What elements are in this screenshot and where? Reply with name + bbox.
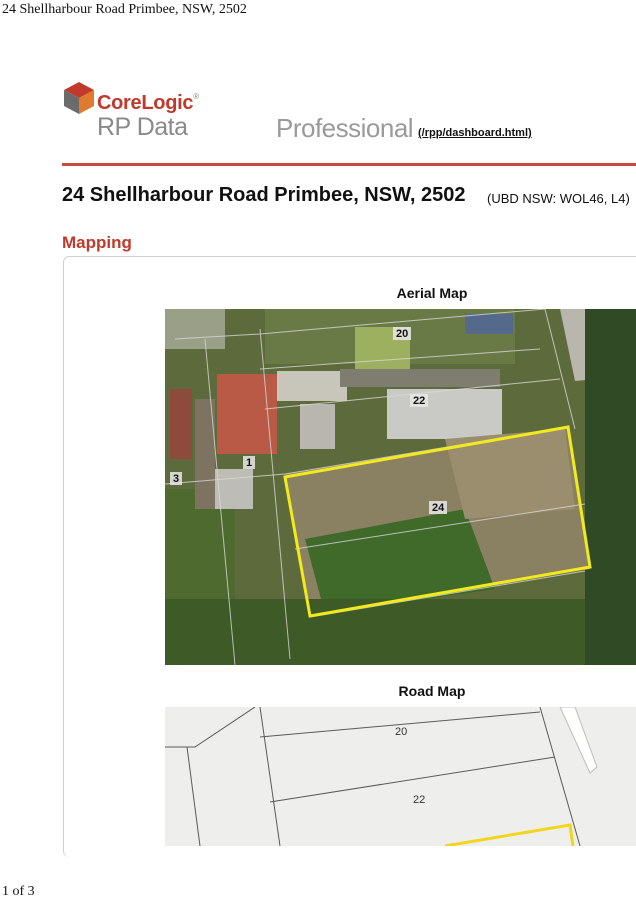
page-indicator: 1 of 3 <box>2 884 35 899</box>
professional-wordmark: Professional <box>276 113 414 143</box>
road-lot-label-20: 20 <box>395 726 407 738</box>
corelogic-text: CoreLogic <box>97 92 194 114</box>
property-address-title: 24 Shellharbour Road Primbee, NSW, 2502 <box>62 184 466 206</box>
header-divider <box>62 163 636 166</box>
registered-mark: ® <box>193 92 199 101</box>
aerial-lot-label-20: 20 <box>396 328 408 340</box>
corelogic-logo-icon <box>64 82 94 114</box>
aerial-map-image[interactable]: 20 22 24 1 3 <box>165 309 636 665</box>
mapping-heading: Mapping <box>62 233 132 252</box>
aerial-lot-label-22: 22 <box>413 395 425 407</box>
aerial-lot-label-24: 24 <box>432 502 445 514</box>
road-map-image[interactable]: 20 22 <box>165 707 636 846</box>
road-lot-label-22: 22 <box>413 794 425 806</box>
dashboard-link[interactable]: (/rpp/dashboard.html) <box>418 127 532 139</box>
ubd-reference: (UBD NSW: WOL46, L4) <box>487 191 630 206</box>
aerial-lot-label-1: 1 <box>246 457 252 469</box>
road-map-caption: Road Map <box>398 683 466 699</box>
print-header-title: 24 Shellharbour Road Primbee, NSW, 2502 <box>2 2 247 17</box>
corelogic-wordmark: CoreLogic® <box>97 92 199 115</box>
aerial-lot-label-3: 3 <box>173 473 179 485</box>
aerial-map-caption: Aerial Map <box>396 285 468 301</box>
rp-data-wordmark: RP Data <box>97 113 188 141</box>
